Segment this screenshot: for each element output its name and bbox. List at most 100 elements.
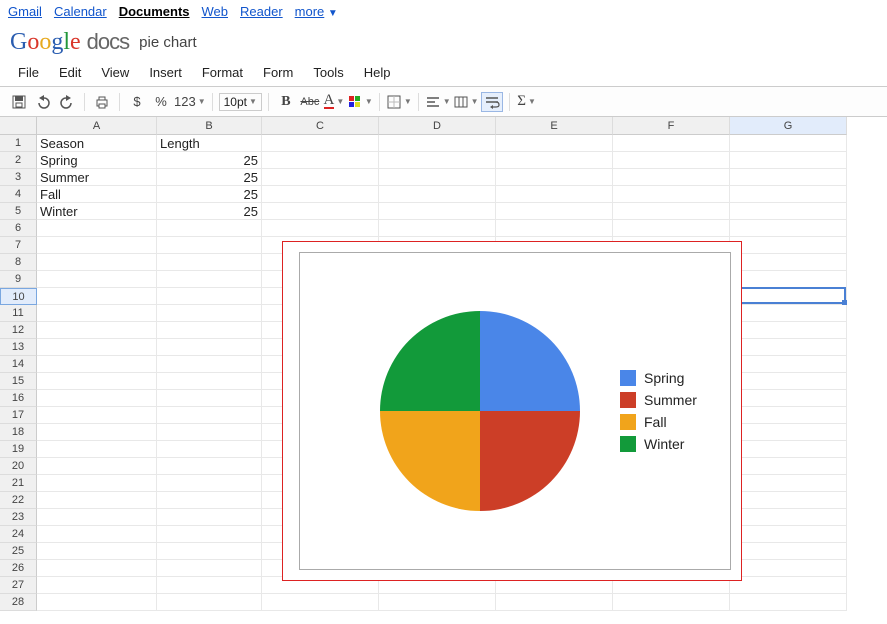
cell[interactable]: Fall — [37, 186, 157, 203]
row-header[interactable]: 3 — [0, 169, 37, 186]
cell[interactable] — [262, 152, 379, 169]
row-header[interactable]: 4 — [0, 186, 37, 203]
cell[interactable] — [496, 152, 613, 169]
cell[interactable] — [730, 254, 847, 271]
cell[interactable]: 25 — [157, 152, 262, 169]
cell[interactable] — [157, 288, 262, 305]
row-header[interactable]: 2 — [0, 152, 37, 169]
col-header-a[interactable]: A — [37, 117, 157, 135]
row-header[interactable]: 9 — [0, 271, 37, 288]
row-header[interactable]: 10 — [0, 288, 37, 305]
row-header[interactable]: 17 — [0, 407, 37, 424]
cell[interactable] — [730, 577, 847, 594]
row-header[interactable]: 1 — [0, 135, 37, 152]
cell[interactable] — [730, 441, 847, 458]
cell[interactable] — [157, 373, 262, 390]
cell[interactable] — [157, 322, 262, 339]
cell[interactable] — [157, 526, 262, 543]
cell[interactable] — [157, 237, 262, 254]
cell[interactable] — [157, 560, 262, 577]
cell[interactable]: Season — [37, 135, 157, 152]
cell[interactable] — [379, 203, 496, 220]
cell[interactable] — [37, 407, 157, 424]
cell[interactable] — [730, 169, 847, 186]
menu-view[interactable]: View — [91, 62, 139, 83]
strikethrough-button[interactable]: Abc — [299, 92, 321, 112]
cell[interactable] — [262, 169, 379, 186]
cell[interactable] — [262, 135, 379, 152]
row-header[interactable]: 13 — [0, 339, 37, 356]
row-header[interactable]: 26 — [0, 560, 37, 577]
cell[interactable] — [730, 339, 847, 356]
cell[interactable] — [730, 509, 847, 526]
cell[interactable] — [379, 169, 496, 186]
cell[interactable] — [157, 271, 262, 288]
cell[interactable] — [37, 373, 157, 390]
pie-chart[interactable]: SpringSummerFallWinter — [282, 241, 742, 581]
row-header[interactable]: 21 — [0, 475, 37, 492]
row-header[interactable]: 28 — [0, 594, 37, 611]
cell[interactable] — [37, 458, 157, 475]
currency-format-button[interactable]: $ — [126, 92, 148, 112]
menu-tools[interactable]: Tools — [303, 62, 353, 83]
cell[interactable] — [496, 594, 613, 611]
menu-form[interactable]: Form — [253, 62, 303, 83]
cell[interactable] — [613, 152, 730, 169]
cell[interactable] — [157, 220, 262, 237]
cell[interactable] — [157, 254, 262, 271]
cell[interactable]: 25 — [157, 169, 262, 186]
row-header[interactable]: 25 — [0, 543, 37, 560]
cell[interactable] — [262, 203, 379, 220]
cell[interactable] — [37, 594, 157, 611]
insert-button[interactable]: ▼ — [453, 92, 479, 112]
print-icon[interactable] — [91, 92, 113, 112]
undo-icon[interactable] — [32, 92, 54, 112]
cell[interactable] — [496, 135, 613, 152]
cell[interactable] — [730, 288, 847, 305]
cell[interactable] — [379, 152, 496, 169]
cell[interactable] — [37, 254, 157, 271]
cell[interactable] — [157, 543, 262, 560]
cell[interactable] — [613, 186, 730, 203]
col-header-g[interactable]: G — [730, 117, 847, 135]
col-header-c[interactable]: C — [262, 117, 379, 135]
borders-button[interactable]: ▼ — [386, 92, 412, 112]
row-header[interactable]: 12 — [0, 322, 37, 339]
text-color-button[interactable]: A▼ — [323, 92, 345, 112]
cell[interactable] — [262, 186, 379, 203]
cell[interactable] — [37, 424, 157, 441]
cell[interactable] — [730, 475, 847, 492]
cell[interactable] — [37, 560, 157, 577]
cell[interactable]: Spring — [37, 152, 157, 169]
cell[interactable] — [37, 237, 157, 254]
number-format-button[interactable]: 123▼ — [174, 92, 206, 112]
cell[interactable] — [730, 186, 847, 203]
menu-help[interactable]: Help — [354, 62, 401, 83]
cell[interactable]: Summer — [37, 169, 157, 186]
cell[interactable]: 25 — [157, 186, 262, 203]
row-header[interactable]: 23 — [0, 509, 37, 526]
menu-format[interactable]: Format — [192, 62, 253, 83]
cell[interactable] — [613, 169, 730, 186]
cell[interactable] — [37, 526, 157, 543]
cell[interactable] — [730, 560, 847, 577]
row-header[interactable]: 18 — [0, 424, 37, 441]
redo-icon[interactable] — [56, 92, 78, 112]
cell[interactable] — [730, 305, 847, 322]
menu-edit[interactable]: Edit — [49, 62, 91, 83]
cell[interactable] — [157, 407, 262, 424]
row-header[interactable]: 5 — [0, 203, 37, 220]
cell[interactable] — [262, 594, 379, 611]
col-header-b[interactable]: B — [157, 117, 262, 135]
nav-more[interactable]: more ▼ — [295, 4, 338, 19]
cell[interactable] — [613, 135, 730, 152]
cell[interactable] — [730, 407, 847, 424]
save-icon[interactable] — [8, 92, 30, 112]
cell[interactable] — [730, 543, 847, 560]
cell[interactable] — [37, 339, 157, 356]
cell[interactable] — [37, 305, 157, 322]
wrap-text-button[interactable] — [481, 92, 503, 112]
cell[interactable] — [157, 390, 262, 407]
cell[interactable] — [730, 526, 847, 543]
cell[interactable] — [730, 424, 847, 441]
